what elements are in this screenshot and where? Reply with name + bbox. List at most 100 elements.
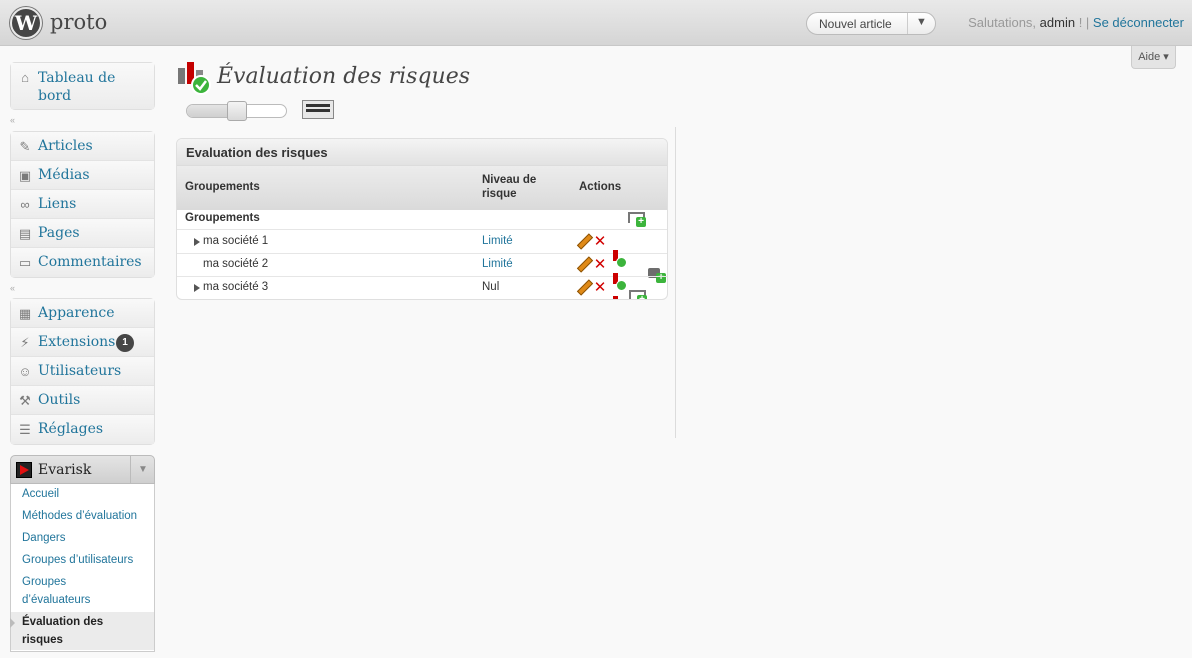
users-icon: ☺	[18, 364, 32, 379]
submenu-item-user-groups[interactable]: Groupes d’utilisateurs	[22, 551, 133, 569]
column-divider	[675, 127, 676, 438]
group-name[interactable]: ma société 2	[203, 258, 268, 270]
panel-size-slider[interactable]	[186, 101, 287, 121]
slider-handle[interactable]	[227, 101, 247, 121]
delete-icon[interactable]: ✕	[592, 257, 608, 273]
risk-evaluation-panel: Evaluation des risques Groupements Nivea…	[176, 138, 668, 300]
group-name[interactable]: ma société 1	[203, 235, 268, 247]
sidebar-item-pages[interactable]: ▤ Pages	[11, 219, 154, 248]
table-row[interactable]: ma société 1 Limité ✕	[177, 231, 667, 283]
column-header-actions: Actions	[579, 181, 622, 193]
layout-icon: ▦	[18, 306, 32, 321]
column-header-groups[interactable]: Groupements	[185, 181, 260, 193]
page-title: Évaluation des risques	[217, 64, 470, 89]
sidebar-item-tools[interactable]: ⚒ Outils	[11, 386, 154, 415]
sidebar-item-dashboard[interactable]: ⌂ Tableau de bord	[11, 63, 154, 109]
table-row[interactable]: ma société 2 Limité ✕	[177, 254, 667, 299]
risk-level-link[interactable]: Limité	[482, 235, 513, 247]
new-post-dropdown-icon[interactable]: ▼	[916, 16, 927, 28]
chain-icon: ∞	[20, 197, 30, 212]
new-post-separator	[907, 13, 908, 34]
logout-link[interactable]: Se déconnecter	[1093, 15, 1184, 30]
group-name[interactable]: ma société 3	[203, 281, 268, 293]
update-count-badge: 1	[116, 334, 134, 352]
menu-dashboard-group: ⌂ Tableau de bord	[10, 62, 155, 110]
sidebar-item-users[interactable]: ☺ Utilisateurs	[11, 357, 154, 386]
wordpress-logo-icon[interactable]: W	[10, 7, 42, 39]
speech-bubble-icon: ▭	[18, 255, 32, 270]
add-group-icon[interactable]	[628, 211, 646, 229]
edit-pencil-icon[interactable]	[575, 257, 591, 273]
sidebar-item-label[interactable]: Médias	[38, 167, 90, 183]
table-row[interactable]: ma société 3 Nul ✕	[177, 277, 667, 299]
sidebar-item-medias[interactable]: ▣ Médias	[11, 161, 154, 190]
new-post-button[interactable]: Nouvel article ▼	[806, 12, 936, 35]
current-item-arrow-icon	[10, 618, 15, 628]
submenu-item-dangers[interactable]: Dangers	[22, 529, 65, 547]
table-row-root: Groupements	[177, 210, 667, 230]
column-header-risk-level[interactable]: Niveau de	[482, 174, 536, 186]
sidebar-item-comments[interactable]: ▭ Commentaires	[11, 248, 154, 277]
admin-header: W proto Nouvel article ▼ Salutations, ad…	[0, 0, 1192, 46]
user-greeting: Salutations, admin ! | Se déconnecter	[968, 15, 1184, 30]
help-tab-button[interactable]: Aide ▾	[1131, 46, 1176, 69]
submenu-item-evaluator-groups[interactable]: Groupes	[22, 573, 66, 591]
menu-admin-group: ▦ Apparence ⚡ Extensions 1 ☺ Utilisateur…	[10, 298, 155, 445]
delete-icon[interactable]: ✕	[592, 280, 608, 296]
submenu-item-methods[interactable]: Méthodes d’évaluation	[22, 507, 137, 525]
sidebar-item-articles[interactable]: ✎ Articles	[11, 132, 154, 161]
home-icon: ⌂	[21, 70, 29, 85]
greeting-text: Salutations,	[968, 15, 1037, 30]
pages-icon: ▤	[18, 226, 32, 241]
sidebar-item-links[interactable]: ∞ Liens	[11, 190, 154, 219]
sidebar-item-evarisk-label[interactable]: Evarisk	[38, 462, 91, 478]
sliders-icon: ☰	[19, 422, 31, 437]
tools-icon: ⚒	[19, 393, 31, 408]
sidebar-item-evarisk[interactable]: Evarisk ▼	[10, 455, 155, 484]
site-title[interactable]: proto	[50, 10, 107, 34]
evarisk-logo-icon	[16, 462, 32, 478]
submenu-toggle-icon[interactable]: ▼	[130, 456, 155, 483]
expand-row-icon[interactable]	[194, 238, 200, 246]
submenu-item-evaluator-groups-line2[interactable]: d’évaluateurs	[22, 591, 90, 609]
menu-content-group: ✎ Articles ▣ Médias ∞ Liens ▤ Pages ▭ Co…	[10, 131, 155, 278]
sidebar-item-label[interactable]: Apparence	[38, 305, 115, 321]
plug-icon: ⚡	[20, 335, 30, 350]
submenu-item-label[interactable]: Évaluation des	[22, 613, 154, 631]
table-header: Groupements Niveau de risque Actions	[177, 166, 667, 210]
risk-evaluation-page-icon	[178, 62, 211, 95]
delete-icon[interactable]: ✕	[592, 234, 608, 250]
sidebar-item-dashboard-label[interactable]: Tableau de bord	[38, 69, 128, 105]
submenu-item-home[interactable]: Accueil	[22, 485, 59, 503]
new-post-label[interactable]: Nouvel article	[819, 17, 892, 31]
sidebar-item-label[interactable]: Réglages	[38, 421, 103, 437]
sidebar-item-label[interactable]: Pages	[38, 225, 80, 241]
table-view-toggle-icon[interactable]	[302, 100, 334, 119]
root-group-label: Groupements	[185, 212, 260, 224]
submenu-item-label-line2[interactable]: risques	[22, 631, 154, 649]
column-header-risk-level-line2[interactable]: risque	[482, 188, 517, 200]
camera-icon: ▣	[18, 168, 32, 183]
menu-separator-collapse-icon[interactable]: «	[10, 283, 20, 293]
sidebar-item-label[interactable]: Commentaires	[38, 254, 142, 270]
sidebar-item-label[interactable]: Outils	[38, 392, 80, 408]
sidebar-item-settings[interactable]: ☰ Réglages	[11, 415, 154, 444]
risk-level-value: Nul	[482, 281, 500, 293]
sidebar-item-extensions[interactable]: ⚡ Extensions 1	[11, 328, 154, 357]
expand-row-icon[interactable]	[194, 284, 200, 292]
pushpin-icon: ✎	[19, 139, 31, 154]
sidebar-item-appearance[interactable]: ▦ Apparence	[11, 299, 154, 328]
sidebar-item-label[interactable]: Utilisateurs	[38, 363, 121, 379]
menu-separator-collapse-icon[interactable]: «	[10, 115, 20, 125]
evarisk-submenu: Accueil Méthodes d’évaluation Dangers Gr…	[10, 484, 155, 652]
submenu-item-risk-evaluation[interactable]: Évaluation des risques	[10, 612, 154, 650]
sidebar-item-label[interactable]: Extensions	[38, 334, 115, 350]
edit-pencil-icon[interactable]	[575, 280, 591, 296]
sidebar-item-label[interactable]: Articles	[38, 138, 93, 154]
risk-level-link[interactable]: Limité	[482, 258, 513, 270]
edit-pencil-icon[interactable]	[575, 234, 591, 250]
risk-assessment-icon[interactable]	[609, 296, 625, 299]
user-profile-link[interactable]: admin	[1040, 15, 1075, 30]
sidebar-item-label[interactable]: Liens	[38, 196, 76, 212]
panel-title: Evaluation des risques	[177, 139, 667, 166]
